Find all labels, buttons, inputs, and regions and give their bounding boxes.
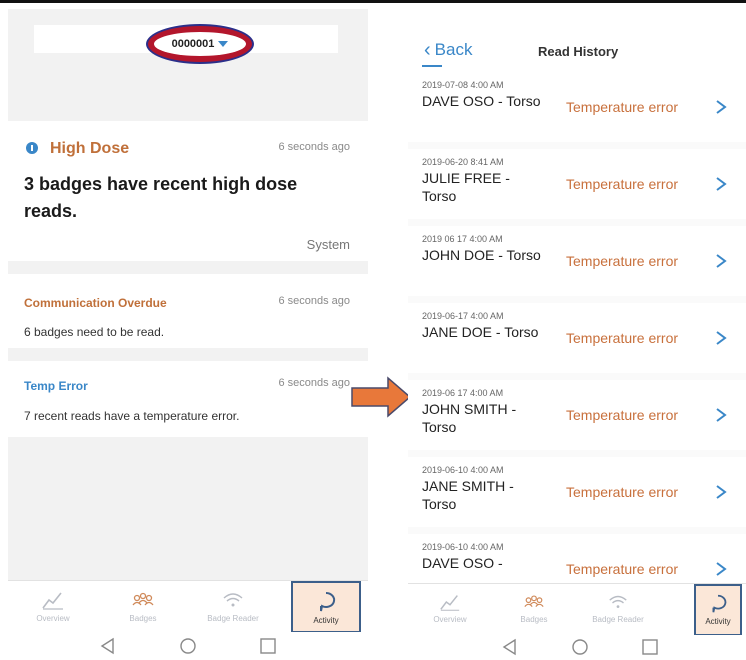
tab-label: Badges bbox=[129, 614, 157, 623]
chevron-right-icon bbox=[716, 331, 727, 345]
alert-source: System bbox=[306, 237, 350, 252]
alert-message: 7 recent reads have a temperature error. bbox=[24, 409, 240, 423]
list-item[interactable]: 2019 06 17 4:00 AM JOHN DOE - Torso Temp… bbox=[408, 226, 746, 296]
read-date: 2019-07-08 4:00 AM bbox=[422, 80, 504, 90]
alert-title: Communication Overdue bbox=[24, 296, 167, 310]
activity-bubble-icon bbox=[712, 594, 727, 613]
read-name: JOHN SMITH - Torso bbox=[422, 401, 517, 435]
system-nav-bar bbox=[408, 635, 746, 660]
top-border bbox=[0, 0, 746, 3]
read-date: 2019 06 17 4:00 AM bbox=[422, 234, 503, 244]
alert-card-communication-overdue[interactable]: Communication Overdue 6 seconds ago 6 ba… bbox=[8, 274, 368, 348]
read-status: Temperature error bbox=[566, 484, 679, 500]
account-selector[interactable]: 0000001 bbox=[154, 32, 246, 56]
tab-badge-reader[interactable]: Badge Reader bbox=[576, 584, 660, 636]
back-button[interactable]: ‹ Back bbox=[424, 40, 472, 60]
list-item[interactable]: 2019-06-10 4:00 AM JANE SMITH - Torso Te… bbox=[408, 457, 746, 527]
chevron-left-icon: ‹ bbox=[424, 39, 431, 61]
wifi-icon bbox=[609, 595, 627, 608]
read-date: 2019-06 17 4:00 AM bbox=[422, 388, 504, 398]
list-item[interactable]: 2019-06-10 4:00 AM DAVE OSO - Temperatur… bbox=[408, 534, 746, 583]
recents-square-icon[interactable] bbox=[640, 637, 660, 657]
read-status: Temperature error bbox=[566, 176, 679, 192]
tab-label: Badge Reader bbox=[592, 615, 644, 624]
alert-title: Temp Error bbox=[24, 379, 88, 393]
people-icon bbox=[524, 595, 544, 607]
read-date: 2019-06-20 8:41 AM bbox=[422, 157, 504, 167]
account-id: 0000001 bbox=[171, 38, 215, 50]
read-history-screen: ‹ Back Read History 2019-07-08 4:00 AM D… bbox=[408, 16, 746, 660]
chart-line-icon bbox=[42, 592, 63, 610]
people-icon bbox=[132, 592, 154, 606]
chevron-right-icon bbox=[716, 254, 727, 268]
account-selector-highlight[interactable]: 0000001 bbox=[146, 24, 254, 64]
list-item[interactable]: 2019-06 17 4:00 AM JOHN SMITH - Torso Te… bbox=[408, 380, 746, 450]
bottom-tab-bar: Overview Badges Badge Reader Activity bbox=[408, 583, 746, 636]
home-circle-icon[interactable] bbox=[570, 637, 590, 657]
read-status: Temperature error bbox=[566, 407, 679, 423]
chevron-right-icon bbox=[716, 177, 727, 191]
read-status: Temperature error bbox=[566, 253, 679, 269]
read-status: Temperature error bbox=[566, 330, 679, 346]
read-date: 2019-06-17 4:00 AM bbox=[422, 311, 504, 321]
recents-square-icon[interactable] bbox=[258, 636, 278, 656]
tab-label: Badges bbox=[520, 615, 548, 624]
tab-badge-reader[interactable]: Badge Reader bbox=[188, 581, 278, 633]
back-label: Back bbox=[434, 40, 473, 59]
read-name: DAVE OSO - Torso bbox=[422, 93, 541, 109]
chart-line-icon bbox=[440, 595, 460, 611]
chevron-right-icon bbox=[716, 562, 727, 576]
chevron-down-icon bbox=[218, 41, 229, 47]
alert-time: 6 seconds ago bbox=[278, 141, 350, 153]
alert-time: 6 seconds ago bbox=[278, 295, 350, 307]
bottom-tab-bar: Overview Badges Badge Reader Activity bbox=[8, 580, 368, 633]
tab-badges[interactable]: Badges bbox=[492, 584, 576, 636]
tab-label: Activity bbox=[705, 617, 731, 626]
alert-message: 3 badges have recent high dose reads. bbox=[24, 174, 298, 221]
read-name: JULIE FREE - Torso bbox=[422, 170, 510, 204]
tab-label: Overview bbox=[433, 615, 467, 624]
tab-label: Activity bbox=[313, 616, 339, 625]
read-name: JOHN DOE - Torso bbox=[422, 247, 541, 263]
info-icon bbox=[26, 142, 38, 154]
activity-bubble-icon bbox=[320, 591, 336, 612]
read-name: DAVE OSO - bbox=[422, 555, 503, 571]
read-name: JANE DOE - Torso bbox=[422, 324, 539, 340]
read-history-header: ‹ Back Read History bbox=[408, 16, 746, 73]
alert-card-high-dose[interactable]: High Dose 6 seconds ago 3 badges have re… bbox=[8, 121, 368, 261]
tab-overview[interactable]: Overview bbox=[408, 584, 492, 636]
list-item[interactable]: 2019-07-08 4:00 AM DAVE OSO - Torso Temp… bbox=[408, 72, 746, 142]
read-date: 2019-06-10 4:00 AM bbox=[422, 465, 504, 475]
back-triangle-icon[interactable] bbox=[98, 636, 118, 656]
tab-activity[interactable]: Activity bbox=[291, 581, 361, 633]
list-item[interactable]: 2019-06-17 4:00 AM JANE DOE - Torso Temp… bbox=[408, 303, 746, 373]
chevron-right-icon bbox=[716, 485, 727, 499]
alert-title: High Dose bbox=[50, 140, 130, 157]
read-date: 2019-06-10 4:00 AM bbox=[422, 542, 504, 552]
wifi-icon bbox=[223, 593, 243, 607]
tab-badges[interactable]: Badges bbox=[98, 581, 188, 633]
read-status: Temperature error bbox=[566, 99, 679, 115]
alerts-screen: 0000001 High Dose 6 seconds ago 3 badges… bbox=[8, 9, 368, 660]
orange-arrow-annotation bbox=[351, 376, 412, 418]
back-triangle-icon[interactable] bbox=[500, 637, 520, 657]
read-name: JANE SMITH - Torso bbox=[422, 478, 514, 512]
list-item[interactable]: 2019-06-20 8:41 AM JULIE FREE - Torso Te… bbox=[408, 149, 746, 219]
back-underline bbox=[422, 65, 442, 67]
page-title: Read History bbox=[538, 44, 619, 59]
home-circle-icon[interactable] bbox=[178, 636, 198, 656]
chevron-right-icon bbox=[716, 408, 727, 422]
tab-label: Badge Reader bbox=[207, 614, 259, 623]
read-history-list: 2019-07-08 4:00 AM DAVE OSO - Torso Temp… bbox=[408, 72, 746, 583]
alert-time: 6 seconds ago bbox=[278, 377, 350, 389]
tab-label: Overview bbox=[36, 614, 70, 623]
chevron-right-icon bbox=[716, 100, 727, 114]
alert-message: 6 badges need to be read. bbox=[24, 325, 165, 339]
read-status: Temperature error bbox=[566, 561, 679, 577]
system-nav-bar bbox=[8, 632, 368, 660]
tab-activity[interactable]: Activity bbox=[694, 584, 742, 636]
alert-card-temp-error[interactable]: Temp Error 6 seconds ago 7 recent reads … bbox=[8, 361, 368, 437]
tab-overview[interactable]: Overview bbox=[8, 581, 98, 633]
